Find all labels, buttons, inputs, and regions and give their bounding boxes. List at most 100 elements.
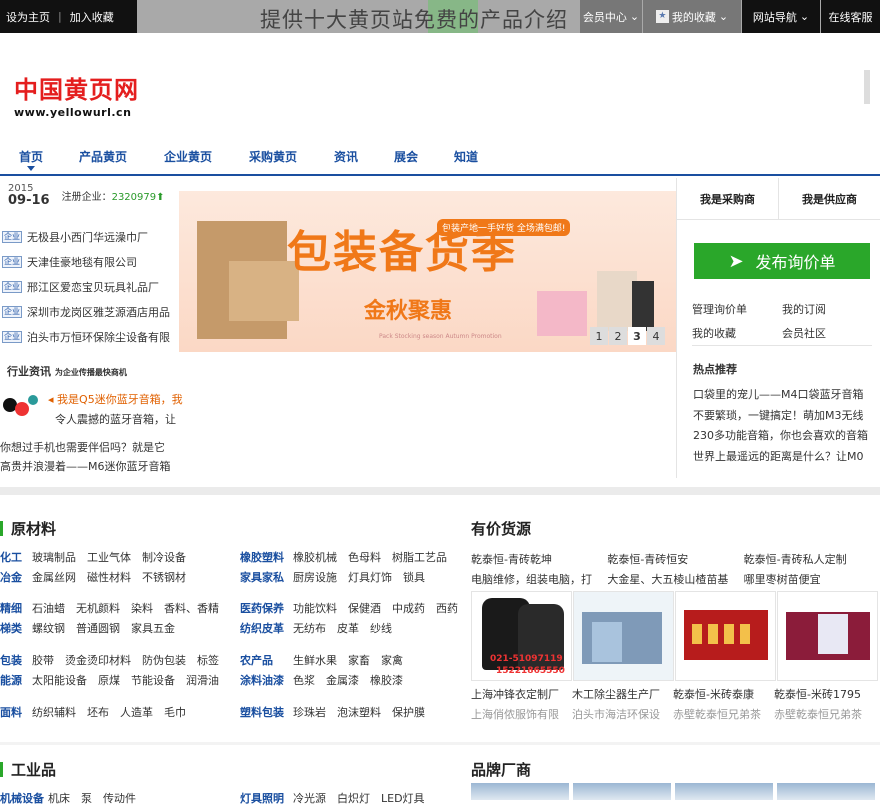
category-link[interactable]: 金属漆 bbox=[326, 672, 359, 688]
tab-supplier[interactable]: 我是供应商 bbox=[779, 178, 880, 219]
category-key[interactable]: 涂料油漆 bbox=[240, 672, 293, 688]
news-item[interactable]: 高贵并浪漫着——M6迷你蓝牙音箱 bbox=[0, 458, 171, 474]
bookmark-link[interactable]: 加入收藏 bbox=[70, 9, 114, 25]
category-key[interactable]: 医药保养 bbox=[240, 600, 293, 616]
price-link[interactable]: 乾泰恒-青砖乾坤 bbox=[471, 551, 607, 567]
brand-thumb[interactable] bbox=[573, 783, 671, 800]
product-company[interactable]: 上海俏侬服饰有限 bbox=[471, 706, 572, 722]
online-service-link[interactable]: 在线客服 bbox=[821, 0, 880, 33]
nav-purchase[interactable]: 采购黄页 bbox=[249, 148, 297, 165]
category-link[interactable]: 无机颜料 bbox=[76, 600, 120, 616]
post-rfq-button[interactable]: ➤ 发布询价单 bbox=[694, 243, 870, 279]
product-thumb-jacket[interactable]: 021-51097119 15221865550 bbox=[471, 591, 572, 681]
pager-dot-active[interactable]: 3 bbox=[628, 327, 646, 345]
category-key[interactable]: 纺织皮革 bbox=[240, 620, 293, 636]
price-link[interactable]: 乾泰恒-青砖恒安 bbox=[607, 551, 743, 567]
product-name[interactable]: 木工除尘器生产厂 bbox=[572, 686, 673, 702]
category-link[interactable]: 无纺布 bbox=[293, 620, 326, 636]
category-link[interactable]: 生鲜水果 bbox=[293, 652, 337, 668]
category-key[interactable]: 化工 bbox=[0, 549, 32, 565]
category-link[interactable]: 西药 bbox=[436, 600, 458, 616]
category-link[interactable]: 色浆 bbox=[293, 672, 315, 688]
price-link[interactable]: 电脑维修，组装电脑，打 bbox=[471, 571, 607, 587]
category-key[interactable]: 灯具照明 bbox=[240, 790, 293, 806]
category-link[interactable]: 节能设备 bbox=[131, 672, 175, 688]
category-link[interactable]: 胶带 bbox=[32, 652, 54, 668]
category-link[interactable]: 传动件 bbox=[103, 790, 136, 806]
category-link[interactable]: 工业气体 bbox=[87, 549, 131, 565]
category-key[interactable]: 塑料包装 bbox=[240, 704, 293, 720]
pager-dot[interactable]: 2 bbox=[609, 327, 627, 345]
brand-thumb[interactable] bbox=[675, 783, 773, 800]
product-company[interactable]: 赤壁乾泰恒兄弟茶 bbox=[774, 706, 875, 722]
product-name[interactable]: 上海冲锋衣定制厂 bbox=[471, 686, 572, 702]
category-link[interactable]: 制冷设备 bbox=[142, 549, 186, 565]
category-link[interactable]: 保护膜 bbox=[392, 704, 425, 720]
category-link[interactable]: 机床 bbox=[48, 790, 70, 806]
category-key[interactable]: 冶金 bbox=[0, 569, 32, 585]
category-link[interactable]: 色母料 bbox=[348, 549, 381, 565]
category-key[interactable]: 家具家私 bbox=[240, 569, 293, 585]
category-link[interactable]: 家具五金 bbox=[131, 620, 175, 636]
product-name[interactable]: 乾泰恒-米砖1795 bbox=[774, 686, 875, 702]
category-link[interactable]: 螺纹钢 bbox=[32, 620, 65, 636]
category-link[interactable]: 橡胶漆 bbox=[370, 672, 403, 688]
category-link[interactable]: 人造革 bbox=[120, 704, 153, 720]
news-item[interactable]: 你想过手机也需要伴侣吗？就是它 bbox=[0, 439, 165, 455]
nav-knowledge[interactable]: 知道 bbox=[454, 148, 478, 165]
product-company[interactable]: 泊头市海洁环保设 bbox=[572, 706, 673, 722]
company-item[interactable]: 企业 深圳市龙岗区雅芝源酒店用品 bbox=[0, 299, 178, 324]
news-item[interactable]: 令人震撼的蓝牙音箱，让 bbox=[55, 411, 176, 427]
category-link[interactable]: 珍珠岩 bbox=[293, 704, 326, 720]
category-link[interactable]: 白炽灯 bbox=[337, 790, 370, 806]
category-link[interactable]: 家畜 bbox=[348, 652, 370, 668]
category-link[interactable]: 纺织辅料 bbox=[32, 704, 76, 720]
category-link[interactable]: 纱线 bbox=[370, 620, 392, 636]
hot-item[interactable]: 230多功能音箱，你也会喜欢的音箱 bbox=[693, 426, 868, 447]
product-company[interactable]: 赤壁乾泰恒兄弟茶 bbox=[673, 706, 774, 722]
pager-dot[interactable]: 4 bbox=[647, 327, 665, 345]
category-key[interactable]: 能源 bbox=[0, 672, 32, 688]
category-key[interactable]: 包装 bbox=[0, 652, 32, 668]
nav-products[interactable]: 产品黄页 bbox=[79, 148, 127, 165]
category-link[interactable]: 防伪包装 bbox=[142, 652, 186, 668]
hot-item[interactable]: 口袋里的宠儿——M4口袋蓝牙音箱 bbox=[693, 385, 868, 406]
category-link[interactable]: 太阳能设备 bbox=[32, 672, 87, 688]
price-link[interactable]: 哪里枣树苗便宜 bbox=[744, 571, 880, 587]
category-key[interactable]: 梯类 bbox=[0, 620, 32, 636]
category-link[interactable]: 保健酒 bbox=[348, 600, 381, 616]
my-favorites-link[interactable]: 我的收藏 bbox=[692, 325, 782, 341]
category-link[interactable]: 标签 bbox=[197, 652, 219, 668]
brand-thumb[interactable] bbox=[777, 783, 875, 800]
category-link[interactable]: 冷光源 bbox=[293, 790, 326, 806]
category-link[interactable]: 石油蜡 bbox=[32, 600, 65, 616]
category-link[interactable]: 金属丝网 bbox=[32, 569, 76, 585]
category-link[interactable]: 染料 bbox=[131, 600, 153, 616]
company-item[interactable]: 企业 天津佳豪地毯有限公司 bbox=[0, 249, 178, 274]
speaker-image[interactable] bbox=[3, 392, 39, 418]
company-item[interactable]: 企业 泊头市万恒环保除尘设备有限 bbox=[0, 324, 178, 349]
category-link[interactable]: 泡沫塑料 bbox=[337, 704, 381, 720]
product-thumb-dust-collector[interactable] bbox=[573, 591, 674, 681]
category-key[interactable]: 农产品 bbox=[240, 652, 293, 668]
hot-item[interactable]: 世界上最遥远的距离是什么？让M0 bbox=[693, 447, 868, 468]
nav-news[interactable]: 资讯 bbox=[334, 148, 358, 165]
pager-dot[interactable]: 1 bbox=[590, 327, 608, 345]
category-key[interactable]: 精细 bbox=[0, 600, 32, 616]
site-nav-menu[interactable]: 网站导航 ⌄ bbox=[742, 0, 820, 33]
category-link[interactable]: LED灯具 bbox=[381, 790, 425, 806]
price-link[interactable]: 大金星、大五棱山楂苗基 bbox=[607, 571, 743, 587]
hot-item[interactable]: 不要繁琐，一键搞定！萌加M3无线 bbox=[693, 406, 868, 427]
category-link[interactable]: 不锈钢材 bbox=[142, 569, 186, 585]
category-link[interactable]: 普通圆钢 bbox=[76, 620, 120, 636]
category-link[interactable]: 玻璃制品 bbox=[32, 549, 76, 565]
product-thumb-tea-gift[interactable] bbox=[777, 591, 878, 681]
category-link[interactable]: 润滑油 bbox=[186, 672, 219, 688]
brand-thumb[interactable] bbox=[471, 783, 569, 800]
news-headline[interactable]: ◂ 我是Q5迷你蓝牙音箱，我 bbox=[48, 391, 183, 407]
category-key[interactable]: 机械设备 bbox=[0, 790, 48, 806]
category-link[interactable]: 功能饮料 bbox=[293, 600, 337, 616]
category-link[interactable]: 灯具灯饰 bbox=[348, 569, 392, 585]
category-link[interactable]: 原煤 bbox=[98, 672, 120, 688]
category-key[interactable]: 面料 bbox=[0, 704, 32, 720]
